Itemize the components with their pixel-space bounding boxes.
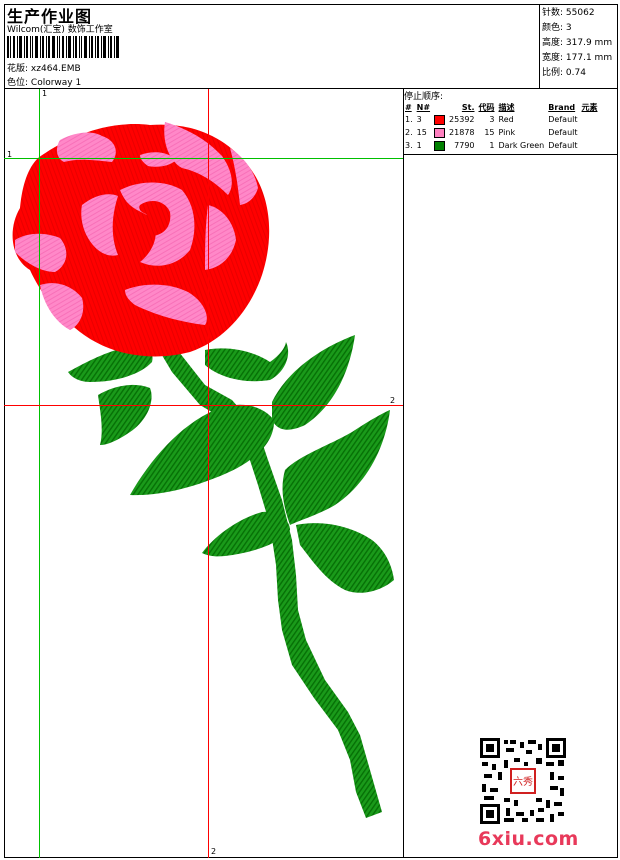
guide-horizontal-1 [4, 158, 403, 159]
watermark-site: 6xiu.com [478, 828, 579, 850]
guide-label-h2: 2 [390, 396, 396, 405]
guide-horizontal-2 [4, 405, 403, 406]
rose-embroidery-artwork [4, 89, 403, 858]
guide-label-h1: 1 [7, 150, 13, 159]
qr-code-icon: 六秀 [480, 738, 566, 824]
guide-label-v2: 2 [211, 847, 217, 856]
guide-vertical-1 [39, 89, 40, 858]
guide-label-v1: 1 [42, 89, 48, 98]
seal-text: 六秀 [513, 776, 533, 788]
guide-vertical-2 [208, 89, 209, 858]
leaf-shapes [68, 335, 394, 593]
